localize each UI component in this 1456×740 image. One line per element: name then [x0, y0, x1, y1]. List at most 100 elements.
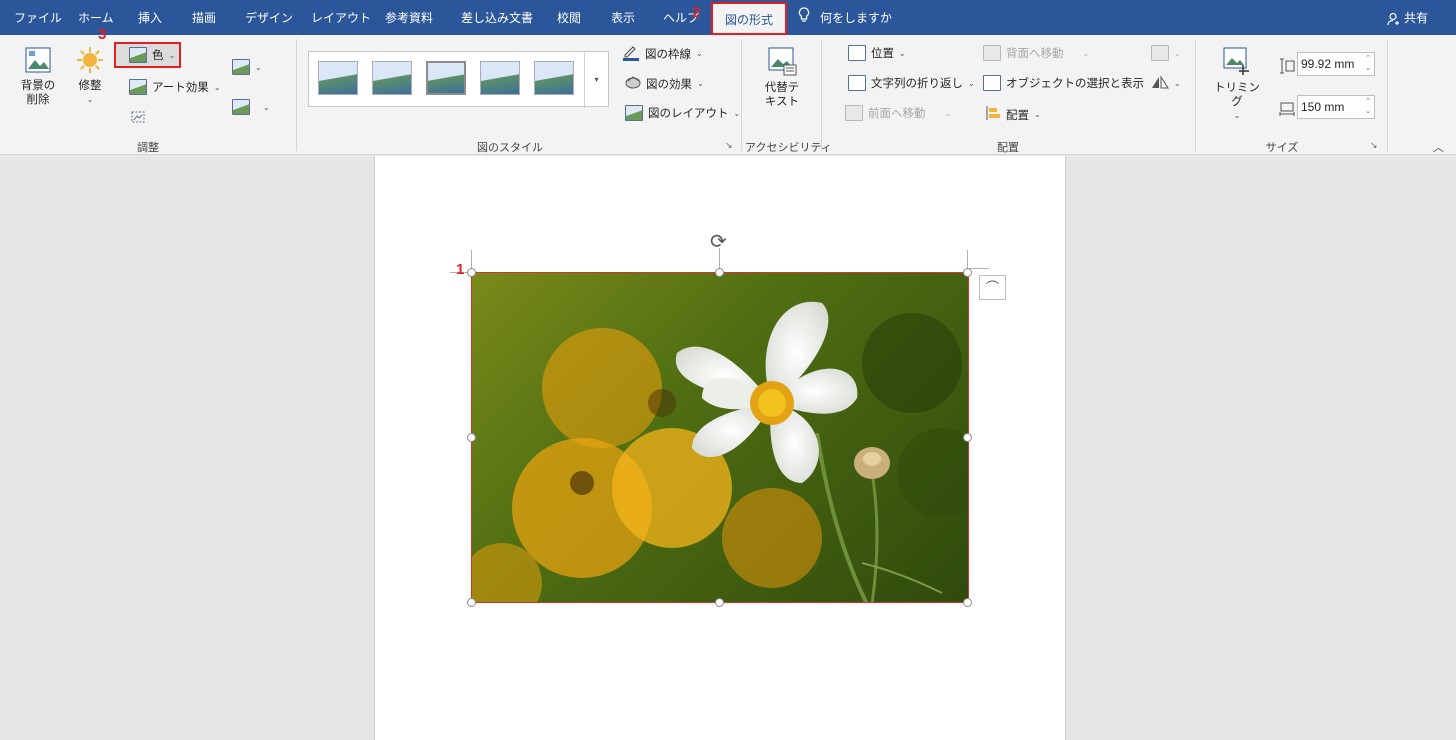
chevron-down-icon: ⌄: [1034, 110, 1041, 119]
position-button[interactable]: 位置 ⌄: [848, 45, 906, 61]
chevron-down-icon: ⌄: [1174, 48, 1181, 58]
chevron-down-icon: ⌄: [213, 82, 221, 92]
wrap-text-button[interactable]: 文字列の折り返し ⌄: [848, 75, 975, 91]
picture-layout-label: 図のレイアウト: [648, 108, 729, 120]
spinner-arrows-icon[interactable]: ⌃ ⌄: [1365, 54, 1371, 74]
bring-forward-icon: [845, 105, 863, 121]
style-thumbnail[interactable]: [534, 61, 574, 95]
dialog-launcher-icon[interactable]: ↘: [725, 140, 733, 151]
lightbulb-icon: [798, 1, 812, 37]
margin-guide: [969, 268, 989, 269]
crop-icon: [1223, 47, 1249, 75]
style-thumbnail[interactable]: [318, 61, 358, 95]
tab-picture-format[interactable]: 図の形式: [711, 2, 788, 35]
tab-review[interactable]: 校閲: [557, 0, 581, 35]
rotate-button[interactable]: ⌄: [1151, 75, 1181, 92]
resize-handle[interactable]: [963, 268, 972, 277]
selection-pane-button[interactable]: オブジェクトの選択と表示: [983, 75, 1144, 91]
crop-button[interactable]: トリミング ⌄: [1210, 45, 1264, 123]
layout-options-icon[interactable]: ⌒: [979, 275, 1006, 300]
chevron-down-icon: ⌄: [1233, 111, 1241, 120]
style-thumbnail[interactable]: [372, 61, 412, 95]
group-separator: [821, 39, 822, 151]
height-input[interactable]: 99.92 mm ⌃ ⌄: [1297, 52, 1375, 76]
resize-handle[interactable]: [467, 268, 476, 277]
artistic-effects-button[interactable]: アート効果 ⌄: [129, 79, 221, 95]
tab-file[interactable]: ファイル: [14, 0, 62, 35]
align-icon: [985, 105, 1001, 124]
chevron-down-icon: ⌄: [697, 79, 704, 88]
chevron-down-icon: ⌄: [1174, 79, 1181, 88]
resize-handle[interactable]: [715, 598, 724, 607]
dialog-launcher-icon[interactable]: ↘: [1370, 140, 1378, 151]
alt-text-button[interactable]: 代替テ キスト: [758, 45, 806, 109]
step-marker-3: 3: [98, 26, 107, 43]
tab-insert[interactable]: 挿入: [138, 0, 162, 35]
position-icon: [848, 45, 866, 61]
corrections-label: 修整: [78, 80, 102, 92]
align-button[interactable]: 配置 ⌄: [985, 105, 1041, 124]
adjust-group-label: 調整: [137, 142, 159, 154]
corrections-button[interactable]: 修整 ⌄: [70, 45, 110, 107]
style-thumbnail[interactable]: [480, 61, 520, 95]
selected-picture[interactable]: [471, 272, 969, 603]
picture-border-button[interactable]: 図の枠線 ⌄: [622, 43, 703, 64]
accessibility-group-label: アクセシビリティ: [745, 142, 832, 154]
chevron-down-icon: ⌄: [696, 49, 703, 58]
rotate-handle-icon[interactable]: ⟳: [710, 229, 727, 254]
transparency-icon: [129, 109, 147, 128]
compress-pictures-button[interactable]: ⌄: [232, 59, 262, 75]
pen-icon: [622, 43, 640, 64]
tab-design[interactable]: デザイン: [245, 0, 293, 35]
tab-references[interactable]: 参考資料: [385, 0, 433, 35]
share-button[interactable]: 共有: [1387, 0, 1428, 35]
change-picture-button[interactable]: ⌄: [232, 99, 270, 115]
group-objects-icon: [1151, 45, 1169, 61]
transparency-button[interactable]: [129, 109, 147, 128]
tab-mailings[interactable]: 差し込み文書: [461, 0, 533, 35]
tab-layout[interactable]: レイアウト: [311, 0, 371, 35]
bring-forward-button: 前面へ移動 ⌄: [845, 105, 951, 121]
picture-effects-label: 図の効果: [646, 78, 692, 91]
resize-handle[interactable]: [467, 433, 476, 442]
width-input[interactable]: 150 mm ⌃ ⌄: [1297, 95, 1375, 119]
remove-background-button[interactable]: 背景の 削除: [16, 45, 60, 107]
ribbon-tab-bar: ファイル ホーム 挿入 描画 デザイン レイアウト 参考資料 差し込み文書 校閲…: [0, 0, 1456, 35]
height-value: 99.92 mm: [1301, 57, 1355, 71]
alt-text-label: 代替テ キスト: [764, 82, 800, 108]
resize-handle[interactable]: [963, 433, 972, 442]
gallery-more-icon[interactable]: ▾: [584, 52, 608, 108]
share-label: 共有: [1403, 11, 1428, 25]
tab-home[interactable]: ホーム: [78, 0, 114, 35]
picture-layout-button[interactable]: 図のレイアウト ⌄: [625, 105, 740, 121]
artistic-effects-label: アート効果: [152, 82, 209, 94]
tab-view[interactable]: 表示: [611, 0, 635, 35]
group-objects-button: ⌄: [1151, 45, 1181, 61]
picture-styles-group-label: 図のスタイル: [477, 142, 543, 154]
arrange-group-label: 配置: [997, 142, 1019, 154]
height-icon: [1279, 58, 1295, 77]
color-button[interactable]: 色 ⌄: [114, 42, 181, 68]
resize-handle[interactable]: [467, 598, 476, 607]
chevron-down-icon: ⌄: [255, 62, 262, 72]
picture-effects-button[interactable]: 図の効果 ⌄: [625, 75, 704, 92]
tell-me-search[interactable]: 何をしますか: [798, 0, 892, 35]
tab-draw[interactable]: 描画: [192, 0, 216, 35]
remove-background-label: 背景の 削除: [20, 80, 56, 106]
send-backward-icon: [983, 45, 1001, 61]
wrap-text-icon: [848, 75, 866, 91]
tell-me-label: 何をしますか: [820, 11, 893, 25]
collapse-ribbon-icon[interactable]: ︿: [1433, 139, 1444, 155]
resize-handle[interactable]: [963, 598, 972, 607]
spinner-arrows-icon[interactable]: ⌃ ⌄: [1365, 97, 1371, 117]
alt-text-icon: [768, 47, 797, 76]
selection-pane-icon: [983, 75, 1001, 91]
resize-handle[interactable]: [715, 268, 724, 277]
selection-pane-label: オブジェクトの選択と表示: [1006, 78, 1144, 90]
step-marker-1: 1: [456, 261, 465, 278]
style-thumbnail[interactable]: [426, 61, 466, 95]
chevron-down-icon: ⌄: [968, 78, 975, 88]
group-separator: [1387, 39, 1388, 151]
ribbon: 背景の 削除 修整 ⌄ 色 ⌄ 3 アート効果 ⌄ ⌄ ⌄ 調整 ▾ 図の枠線 …: [0, 26, 1456, 155]
group-separator: [296, 39, 297, 151]
